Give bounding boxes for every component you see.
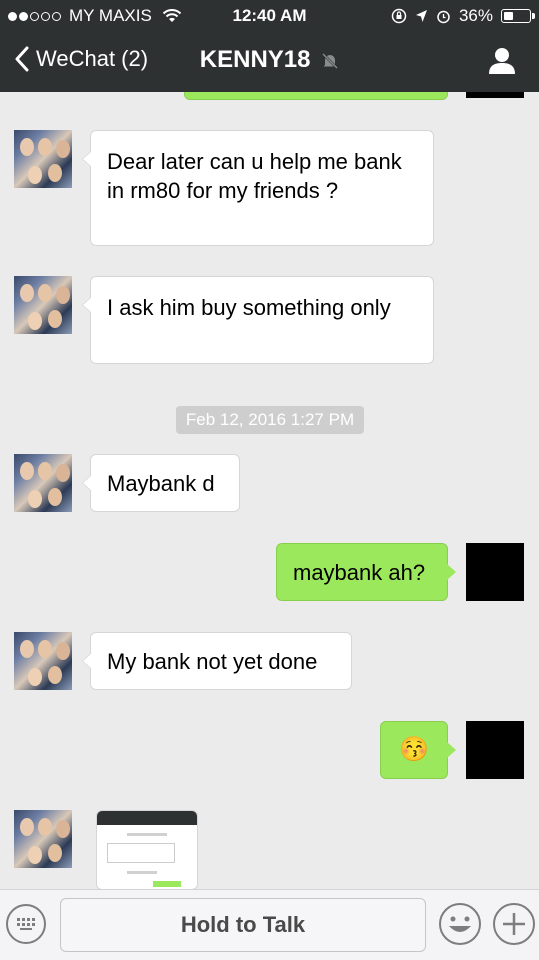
- contact-avatar[interactable]: [14, 454, 72, 512]
- orientation-lock-icon: [391, 8, 407, 24]
- battery-percent: 36%: [458, 6, 493, 25]
- message-bubble[interactable]: I ask him buy something only: [82, 276, 434, 364]
- mute-bell-icon: [322, 52, 339, 69]
- emoji-icon[interactable]: [438, 902, 482, 946]
- self-avatar[interactable]: [466, 543, 524, 601]
- contact-avatar[interactable]: [14, 130, 72, 188]
- profile-icon[interactable]: [487, 46, 517, 76]
- contact-avatar[interactable]: [14, 632, 72, 690]
- location-arrow-icon: [415, 10, 427, 22]
- message-bubble[interactable]: Maybank d: [82, 454, 240, 512]
- nav-bar: WeChat (2) KENNY18: [0, 32, 539, 92]
- chat-title: KENNY18: [0, 46, 539, 74]
- contact-avatar[interactable]: [14, 810, 72, 868]
- input-bar: Hold to Talk: [0, 889, 539, 960]
- status-bar: MY MAXIS 12:40 AM 36%: [0, 0, 539, 32]
- top-bar: MY MAXIS 12:40 AM 36% WeChat (2) KENNY18: [0, 0, 539, 92]
- chat-timestamp: Feb 12, 2016 1:27 PM: [176, 406, 364, 434]
- message-bubble[interactable]: 😚: [380, 721, 456, 779]
- chat-area[interactable]: Dear later can u help me bank in rm80 fo…: [0, 92, 539, 889]
- message-bubble[interactable]: maybank ah?: [276, 543, 456, 601]
- prev-outgoing-bubble-partial: [184, 92, 448, 100]
- contact-avatar[interactable]: [14, 276, 72, 334]
- keyboard-icon: [17, 918, 35, 930]
- alarm-icon: [437, 10, 450, 23]
- message-bubble[interactable]: My bank not yet done: [82, 632, 352, 690]
- self-avatar-partial: [466, 92, 524, 98]
- battery-icon: [501, 9, 535, 23]
- plus-icon[interactable]: [492, 902, 536, 946]
- message-bubble[interactable]: Dear later can u help me bank in rm80 fo…: [82, 130, 434, 246]
- image-message-thumbnail[interactable]: [96, 810, 198, 889]
- self-avatar[interactable]: [466, 721, 524, 779]
- chat-title-text: KENNY18: [199, 46, 311, 73]
- status-right: 36%: [391, 6, 535, 26]
- hold-to-talk-button[interactable]: Hold to Talk: [60, 898, 426, 952]
- keyboard-toggle-button[interactable]: [6, 904, 46, 944]
